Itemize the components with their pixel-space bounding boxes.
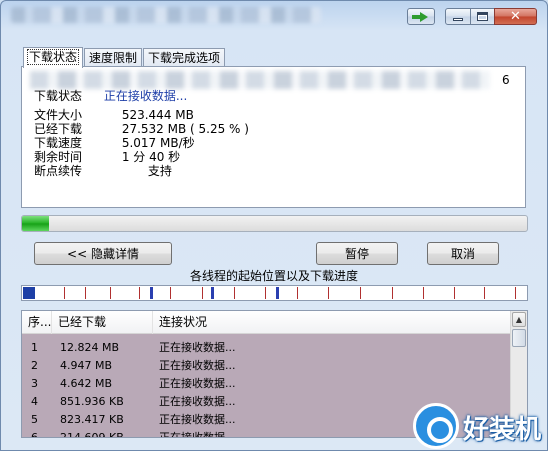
url-tail-text: 6	[502, 73, 510, 87]
segment-divider	[170, 287, 171, 299]
maximize-icon	[477, 12, 488, 21]
downloaded-value: 27.532 MB ( 5.25 % )	[121, 122, 249, 136]
table-row[interactable]: 1 12.824 MB 正在接收数据...	[22, 339, 511, 357]
blurred-title	[11, 7, 321, 23]
segment-divider	[234, 287, 235, 299]
segment-divider	[328, 287, 329, 299]
row-index: 3	[31, 377, 38, 390]
segment-divider	[360, 287, 361, 299]
row-status: 正在接收数据...	[159, 431, 236, 438]
thread-list-header: 序... 已经下载 连接状况	[22, 311, 511, 334]
segment-progress-marker	[150, 287, 153, 299]
row-status: 正在接收数据...	[159, 413, 236, 426]
segment-divider	[265, 287, 266, 299]
speed-row: 下载速度 5.017 MB/秒	[34, 136, 195, 150]
downloaded-label: 已经下载	[34, 122, 83, 136]
segment-divider	[297, 287, 298, 299]
segment-divider	[392, 287, 393, 299]
file-size-row: 文件大小 523.444 MB	[34, 108, 194, 122]
file-size-label: 文件大小	[34, 108, 83, 122]
download-dialog-window: ✕ 下载状态 速度限制 下载完成选项 6 下载状态 正在接收数据... 文件大小…	[0, 0, 548, 451]
pause-button[interactable]: 暂停	[316, 242, 398, 265]
table-row[interactable]: 2 4.947 MB 正在接收数据...	[22, 357, 511, 375]
send-to-tray-button[interactable]	[407, 8, 435, 25]
segment-divider	[202, 287, 203, 299]
downloaded-row: 已经下载 27.532 MB ( 5.25 % )	[34, 122, 249, 136]
tab-label: 速度限制	[89, 51, 138, 65]
row-downloaded: 12.824 MB	[60, 341, 120, 354]
green-arrow-icon	[412, 11, 428, 22]
remaining-time-row: 剩余时间 1 分 40 秒	[34, 150, 180, 164]
blurred-url	[30, 71, 490, 89]
close-button[interactable]: ✕	[494, 8, 537, 25]
threads-title: 各线程的起始位置以及下载进度	[189, 269, 358, 283]
remaining-time-label: 剩余时间	[34, 150, 83, 164]
segment-divider	[85, 287, 86, 299]
segment-divider	[423, 287, 424, 299]
row-index: 2	[31, 359, 38, 372]
cancel-button[interactable]: 取消	[427, 242, 499, 265]
remaining-time-value: 1 分 40 秒	[121, 150, 181, 164]
segment-divider	[64, 287, 65, 299]
table-row[interactable]: 3 4.642 MB 正在接收数据...	[22, 375, 511, 393]
row-status: 正在接收数据...	[159, 341, 236, 354]
segment-divider	[139, 287, 140, 299]
resume-support-row: 断点续传 支持	[34, 164, 172, 178]
tab-strip: 下载状态 速度限制 下载完成选项	[23, 47, 226, 68]
row-index: 4	[31, 395, 38, 408]
row-downloaded: 851.936 KB	[60, 395, 124, 408]
row-index: 5	[31, 413, 38, 426]
overall-progress-bar	[21, 215, 528, 232]
segment-progress-marker	[211, 287, 214, 299]
download-status-panel: 6 下载状态 正在接收数据... 文件大小 523.444 MB 已经下载 27…	[21, 66, 526, 208]
hide-details-button[interactable]: << 隐藏详情	[34, 242, 172, 265]
row-status: 正在接收数据...	[159, 395, 236, 408]
speed-value: 5.017 MB/秒	[121, 136, 195, 150]
segment-divider	[515, 287, 516, 299]
speed-label: 下载速度	[34, 136, 83, 150]
resume-support-label: 断点续传	[34, 164, 83, 178]
file-size-value: 523.444 MB	[121, 108, 194, 122]
resume-support-value: 支持	[147, 164, 172, 178]
progress-fill	[22, 216, 49, 231]
column-header-downloaded[interactable]: 已经下载	[52, 311, 153, 334]
row-index: 1	[31, 341, 38, 354]
segment-divider	[484, 287, 485, 299]
status-label: 下载状态	[34, 89, 83, 103]
status-value: 正在接收数据...	[103, 89, 188, 103]
title-bar[interactable]: ✕	[1, 1, 547, 31]
tab-completion-options[interactable]: 下载完成选项	[143, 48, 226, 67]
maximize-button[interactable]	[470, 8, 495, 25]
tab-label: 下载完成选项	[148, 51, 221, 65]
minimize-button[interactable]	[445, 8, 471, 25]
status-row: 下载状态 正在接收数据...	[34, 89, 187, 103]
minimize-icon	[453, 18, 463, 21]
tab-speed-limit[interactable]: 速度限制	[84, 48, 143, 67]
column-header-index[interactable]: 序...	[22, 311, 52, 334]
segment-divider	[110, 287, 111, 299]
scrollbar-thumb[interactable]	[512, 329, 526, 347]
row-status: 正在接收数据...	[159, 359, 236, 372]
close-icon: ✕	[510, 9, 521, 24]
row-downloaded: 4.642 MB	[60, 377, 113, 390]
segment-divider	[454, 287, 455, 299]
watermark-logo: 好装机	[411, 401, 547, 449]
column-header-status[interactable]: 连接状况	[153, 311, 511, 334]
tab-download-status[interactable]: 下载状态	[23, 47, 84, 68]
row-downloaded: 214.609 KB	[60, 431, 124, 438]
row-index: 6	[31, 431, 38, 438]
segment-progress-marker	[276, 287, 279, 299]
tab-label: 下载状态	[26, 49, 80, 65]
watermark-icon	[413, 403, 459, 449]
row-downloaded: 4.947 MB	[60, 359, 113, 372]
scroll-up-icon[interactable]: ▲	[512, 312, 526, 327]
row-status: 正在接收数据...	[159, 377, 236, 390]
watermark-text: 好装机	[463, 415, 542, 445]
segment-progress-marker	[23, 287, 35, 299]
row-downloaded: 823.417 KB	[60, 413, 124, 426]
thread-segments-bar	[21, 285, 528, 301]
